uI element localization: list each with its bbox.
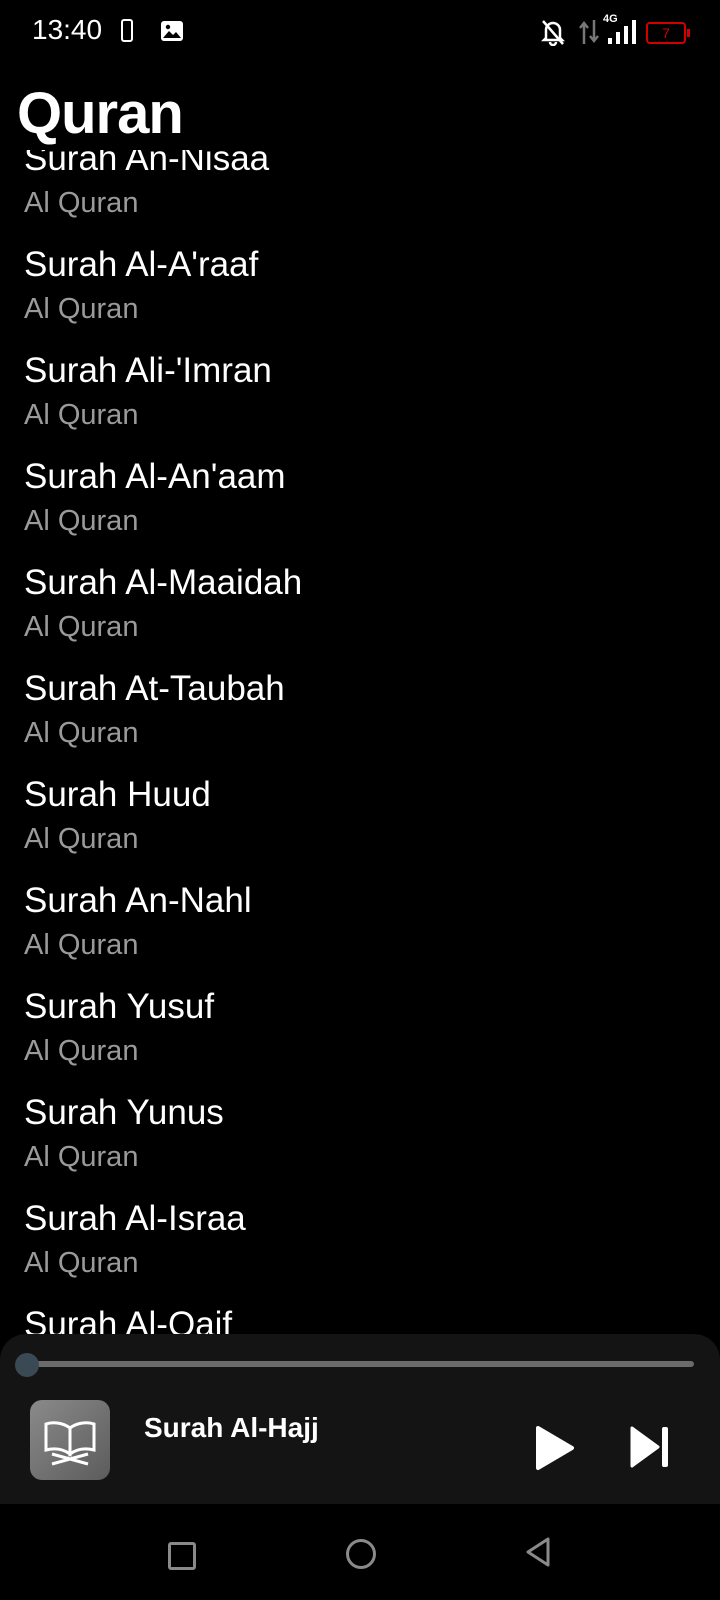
play-button[interactable] <box>532 1424 576 1472</box>
notifications-off-icon <box>540 20 566 46</box>
page-title: Quran <box>17 81 184 146</box>
surah-subtitle: Al Quran <box>24 823 139 855</box>
data-arrows-icon <box>579 20 599 44</box>
surah-subtitle: Al Quran <box>24 1247 139 1279</box>
surah-name: Surah Al-Israa <box>24 1199 246 1238</box>
list-item[interactable]: Surah An-Nahl Al Quran <box>0 873 720 979</box>
list-item[interactable]: Surah Yusuf Al Quran <box>0 979 720 1085</box>
surah-subtitle: Al Quran <box>24 187 139 219</box>
list-item[interactable]: Surah Al-An'aam Al Quran <box>0 449 720 555</box>
progress-thumb[interactable] <box>15 1353 39 1377</box>
surah-name: Surah An-Nahl <box>24 881 252 920</box>
surah-name: Surah Ali-'Imran <box>24 351 272 390</box>
image-icon <box>161 21 183 41</box>
status-bar: 13:40 4G 7 <box>0 0 720 64</box>
recent-apps-button[interactable] <box>168 1542 196 1570</box>
list-item[interactable]: Surah Huud Al Quran <box>0 767 720 873</box>
list-item[interactable]: Surah Al-Israa Al Quran <box>0 1191 720 1297</box>
list-item[interactable]: Surah At-Taubah Al Quran <box>0 661 720 767</box>
surah-name: Surah Al-A'raaf <box>24 245 259 284</box>
surah-name: Surah Al-Qaif <box>24 1305 233 1334</box>
back-button[interactable] <box>524 1536 552 1568</box>
list-item[interactable]: Surah Al-A'raaf Al Quran <box>0 237 720 343</box>
signal-icon <box>608 20 636 44</box>
surah-list[interactable]: Surah An-Nisaa Al Quran Surah Al-A'raaf Al … <box>0 150 720 1334</box>
skip-next-button[interactable] <box>628 1424 674 1470</box>
status-time: 13:40 <box>32 14 103 45</box>
surah-subtitle: Al Quran <box>24 293 139 325</box>
surah-subtitle: Al Quran <box>24 929 139 961</box>
list-item[interactable]: Surah Yunus Al Quran <box>0 1085 720 1191</box>
list-item[interactable]: Surah An-Nisaa Al Quran <box>0 150 720 237</box>
surah-subtitle: Al Quran <box>24 505 139 537</box>
home-button[interactable] <box>346 1539 376 1569</box>
now-playing-title: Surah Al-Hajj <box>144 1412 319 1443</box>
surah-name: Surah An-Nisaa <box>24 150 270 178</box>
quran-book-icon <box>44 1421 96 1466</box>
list-item[interactable]: Surah Ali-'Imran Al Quran <box>0 343 720 449</box>
battery-icon: 7 <box>646 22 690 44</box>
battery-saver-icon <box>121 19 133 42</box>
surah-name: Surah Al-Maaidah <box>24 563 303 602</box>
mini-player[interactable]: Surah Al-Hajj <box>0 1334 720 1504</box>
navigation-bar <box>0 1504 720 1600</box>
surah-name: Surah At-Taubah <box>24 669 285 708</box>
album-art[interactable] <box>30 1400 110 1480</box>
surah-subtitle: Al Quran <box>24 1035 139 1067</box>
surah-name: Surah Huud <box>24 775 211 814</box>
surah-name: Surah Yunus <box>24 1093 224 1132</box>
surah-subtitle: Al Quran <box>24 717 139 749</box>
surah-name: Surah Yusuf <box>24 987 215 1026</box>
progress-track[interactable] <box>28 1361 694 1367</box>
surah-subtitle: Al Quran <box>24 399 139 431</box>
surah-name: Surah Al-An'aam <box>24 457 286 496</box>
list-item[interactable]: Surah Al-QaifAl Quran <box>0 1297 720 1334</box>
surah-subtitle: Al Quran <box>24 1141 139 1173</box>
list-item[interactable]: Surah Al-Maaidah Al Quran <box>0 555 720 661</box>
surah-subtitle: Al Quran <box>24 611 139 643</box>
